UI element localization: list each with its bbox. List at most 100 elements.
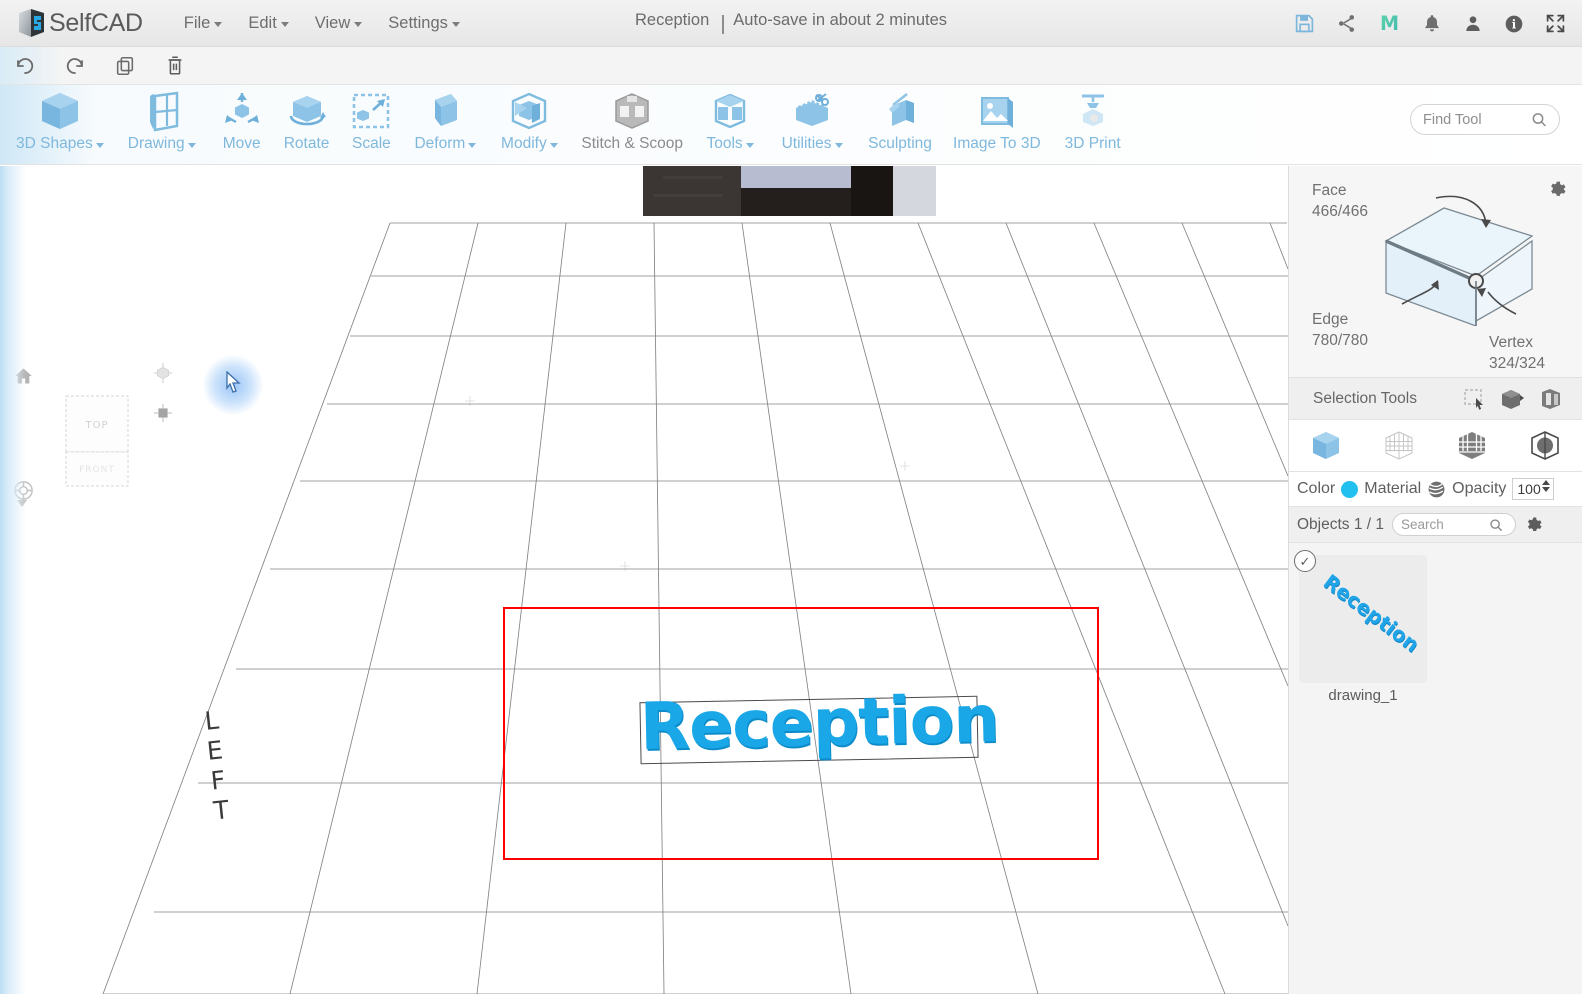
- menu-bar: SelfCAD File Edit View Settings Receptio…: [0, 0, 1582, 47]
- ribbon-label-rotate: Rotate: [283, 135, 330, 152]
- ribbon-item-stitch-and-scoop[interactable]: Stitch & Scoop: [571, 85, 693, 163]
- chevron-down-icon: [214, 22, 223, 27]
- user-icon[interactable]: [1463, 13, 1483, 34]
- ribbon-item-sculpting[interactable]: Sculpting: [857, 85, 943, 163]
- object-thumbnail-text: Reception: [1319, 569, 1424, 657]
- opacity-label: Opacity: [1452, 480, 1507, 497]
- spinner-down-icon[interactable]: [1542, 487, 1551, 492]
- menu-item-edit[interactable]: Edit: [235, 10, 301, 37]
- axis-square-icon[interactable]: [152, 402, 174, 424]
- opacity-stepper[interactable]: 100: [1512, 478, 1555, 500]
- bell-icon[interactable]: [1422, 13, 1442, 34]
- ribbon-item-drawing[interactable]: Drawing: [114, 85, 210, 163]
- material-icon[interactable]: [1427, 480, 1446, 499]
- ribbon-item-3d-shapes[interactable]: 3D Shapes: [6, 85, 114, 163]
- main-ribbon: 3D Shapes Drawing Move Rotate Scale Defo…: [0, 85, 1582, 165]
- drawing-icon: [141, 89, 183, 133]
- ribbon-item-scale[interactable]: Scale: [339, 85, 403, 163]
- edge-count: Edge 780/780: [1312, 309, 1368, 351]
- deform-icon: [424, 89, 466, 133]
- ribbon-label-stitch-and-scoop: Stitch & Scoop: [581, 135, 684, 152]
- title-separator: [722, 15, 725, 34]
- list-item[interactable]: ✓ Reception drawing_1: [1294, 550, 1582, 704]
- through-select-icon[interactable]: [1532, 388, 1570, 410]
- opacity-spinner[interactable]: [1542, 480, 1551, 492]
- axis-cube-icon[interactable]: [152, 362, 174, 384]
- delete-button[interactable]: [150, 47, 200, 85]
- 3d-viewport[interactable]: Reception LEFT TOP FRONT: [0, 166, 1288, 994]
- material-label: Material: [1364, 480, 1422, 497]
- search-icon: [1490, 518, 1502, 531]
- ribbon-label-scale: Scale: [351, 135, 391, 152]
- ribbon-label-tools: Tools: [706, 135, 754, 153]
- home-view-icon[interactable]: [13, 366, 34, 391]
- object-thumbnail-card[interactable]: ✓ Reception: [1294, 550, 1427, 683]
- ribbon-label-modify: Modify: [501, 135, 558, 153]
- face-mode-icon[interactable]: [1436, 429, 1509, 462]
- menu-item-file-label: File: [183, 13, 211, 32]
- ribbon-item-deform[interactable]: Deform: [403, 85, 487, 163]
- info-icon[interactable]: i: [1504, 14, 1524, 34]
- autosave-status: Auto-save in about 2 minutes: [733, 11, 948, 29]
- ribbon-item-utilities[interactable]: Utilities: [767, 85, 857, 163]
- svg-text:FRONT: FRONT: [79, 465, 115, 475]
- save-icon[interactable]: [1294, 13, 1315, 34]
- redo-button[interactable]: [50, 47, 100, 85]
- ribbon-item-modify[interactable]: Modify: [487, 85, 571, 163]
- edge-mode-icon[interactable]: [1509, 429, 1582, 462]
- undo-button[interactable]: [0, 47, 50, 85]
- ribbon-item-move[interactable]: Move: [210, 85, 274, 163]
- sculpting-icon: [879, 89, 921, 133]
- object-visibility-checkbox[interactable]: ✓: [1294, 550, 1316, 572]
- chevron-down-icon: [280, 22, 289, 27]
- chevron-down-icon: [451, 22, 460, 27]
- rotate-icon: [285, 89, 329, 133]
- object-name: drawing_1: [1328, 687, 1398, 704]
- top-icon-bar: M i: [1294, 0, 1566, 47]
- menu-item-view[interactable]: View: [302, 10, 375, 37]
- vertex-count-label: Vertex: [1489, 334, 1533, 351]
- ribbon-label-move: Move: [222, 135, 261, 152]
- objects-settings-gear-icon[interactable]: [1524, 516, 1542, 534]
- spinner-up-icon[interactable]: [1542, 480, 1551, 485]
- rectangle-select-icon[interactable]: [1456, 388, 1494, 410]
- find-tool-input[interactable]: [1423, 111, 1531, 128]
- gear-icon[interactable]: [1547, 180, 1566, 204]
- objects-search-input[interactable]: [1401, 517, 1490, 532]
- move-icon: [220, 89, 264, 133]
- ribbon-item-3d-print[interactable]: 3D Print: [1051, 85, 1135, 163]
- find-tool-search[interactable]: [1410, 104, 1560, 135]
- reception-3d-text[interactable]: Reception: [639, 682, 999, 765]
- menu-item-file[interactable]: File: [171, 10, 236, 37]
- menu-item-edit-label: Edit: [248, 13, 277, 32]
- share-icon[interactable]: [1336, 13, 1357, 34]
- cube-icon: [38, 89, 82, 133]
- box-select-icon[interactable]: [1494, 388, 1532, 410]
- chevron-down-icon[interactable]: [17, 500, 27, 507]
- object-mode-icon[interactable]: [1289, 429, 1362, 462]
- selfcad-app: SelfCAD File Edit View Settings Receptio…: [0, 0, 1582, 994]
- ribbon-item-tools[interactable]: Tools: [693, 85, 767, 163]
- m-logo-icon[interactable]: M: [1378, 12, 1401, 35]
- face-count: Face 466/466: [1312, 180, 1368, 222]
- document-title[interactable]: Reception: [635, 11, 709, 30]
- utilities-icon: [790, 89, 834, 133]
- menu-item-settings-label: Settings: [388, 13, 448, 32]
- view-cube[interactable]: TOP FRONT: [60, 390, 135, 490]
- vertex-mode-icon[interactable]: [1362, 429, 1435, 462]
- face-count-label: Face: [1312, 182, 1347, 199]
- chevron-down-icon: [834, 143, 843, 148]
- ribbon-label-3d-print: 3D Print: [1064, 135, 1121, 152]
- ribbon-item-image-to-3d[interactable]: Image To 3D: [943, 85, 1051, 163]
- selection-modes-row: [1289, 420, 1582, 472]
- ribbon-item-rotate[interactable]: Rotate: [274, 85, 340, 163]
- chevron-down-icon: [549, 143, 558, 148]
- copy-button[interactable]: [100, 47, 150, 85]
- objects-search[interactable]: [1392, 513, 1517, 536]
- perspective-grid: [102, 222, 1288, 994]
- mesh-stats-panel: Face 466/466 Edge 780/780 Vertex 324/324: [1289, 166, 1582, 378]
- selfcad-logo-icon: [19, 8, 44, 37]
- color-swatch[interactable]: [1341, 480, 1359, 498]
- menu-item-settings[interactable]: Settings: [375, 10, 473, 37]
- fullscreen-icon[interactable]: [1545, 13, 1566, 34]
